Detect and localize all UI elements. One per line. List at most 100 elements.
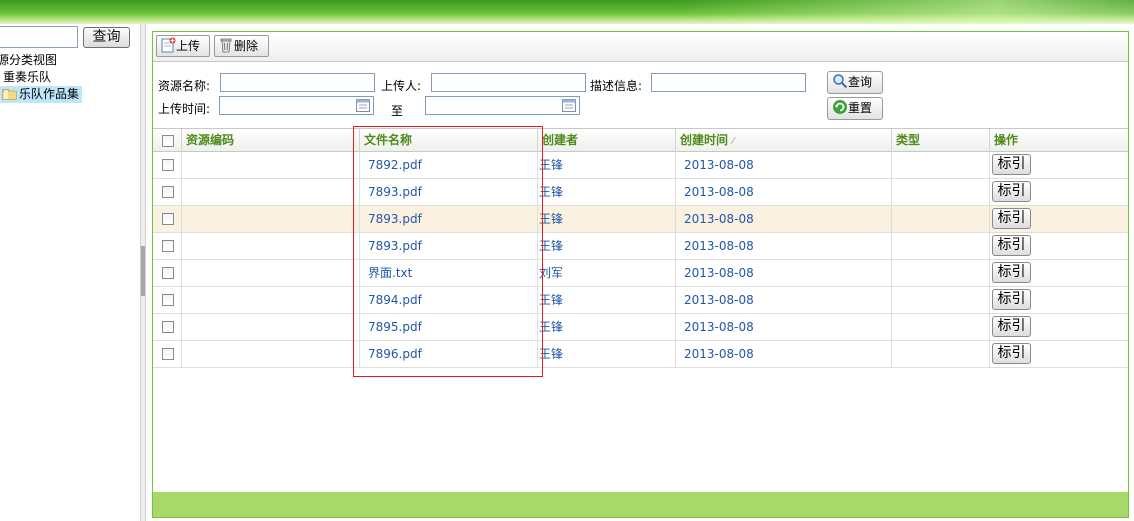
index-button[interactable]: 标引 — [992, 181, 1031, 202]
date-from-input[interactable] — [219, 96, 374, 115]
header-type[interactable]: 类型 — [892, 129, 990, 152]
header-select — [153, 129, 182, 152]
tree-node-root[interactable]: 源分类视图 — [0, 52, 82, 69]
header-created-time[interactable]: 创建时间 ⁄ — [676, 129, 892, 152]
bottom-status-bar — [153, 492, 1128, 517]
left-panel: 查询 源分类视图 重奏乐队 乐队作品集 — [0, 24, 140, 521]
row-checkbox[interactable] — [162, 186, 174, 198]
tree-search-button[interactable]: 查询 — [83, 27, 130, 48]
cell-file-name[interactable]: 7894.pdf — [360, 287, 538, 313]
calendar-icon[interactable] — [356, 99, 370, 112]
cell-creator[interactable]: 王锋 — [538, 233, 676, 259]
delete-button[interactable]: 删除 — [214, 35, 269, 57]
table-row[interactable]: 7893.pdf 王锋 2013-08-08 标引 — [153, 233, 1128, 260]
table-header: 资源编码 文件名称 创建者 创建时间 ⁄ 类型 操作 — [153, 128, 1128, 152]
index-button[interactable]: 标引 — [992, 154, 1031, 175]
cell-created-time[interactable]: 2013-08-08 — [676, 179, 892, 205]
cell-code — [182, 341, 360, 367]
cell-file-name[interactable]: 7895.pdf — [360, 314, 538, 340]
cell-creator[interactable]: 王锋 — [538, 206, 676, 232]
cell-created-time[interactable]: 2013-08-08 — [676, 260, 892, 286]
row-select-cell — [153, 179, 182, 205]
cell-creator[interactable]: 王锋 — [538, 179, 676, 205]
cell-created-time[interactable]: 2013-08-08 — [676, 152, 892, 178]
upload-label: 上传 — [176, 39, 201, 53]
reset-button[interactable]: 重置 — [827, 97, 883, 120]
cell-created-time[interactable]: 2013-08-08 — [676, 206, 892, 232]
header-file-name[interactable]: 文件名称 — [360, 129, 538, 152]
uploader-input[interactable] — [431, 73, 586, 92]
row-select-cell — [153, 233, 182, 259]
row-action-cell: 标引 — [990, 287, 1128, 313]
cell-created-time[interactable]: 2013-08-08 — [676, 287, 892, 313]
cell-created-time[interactable]: 2013-08-08 — [676, 314, 892, 340]
cell-created-time[interactable]: 2013-08-08 — [676, 233, 892, 259]
index-button[interactable]: 标引 — [992, 235, 1031, 256]
cell-code — [182, 152, 360, 178]
header-code[interactable]: 资源编码 — [182, 129, 360, 152]
tree-node-label: 乐队作品集 — [19, 87, 80, 101]
row-checkbox[interactable] — [162, 240, 174, 252]
index-button[interactable]: 标引 — [992, 316, 1031, 337]
cell-file-name[interactable]: 界面.txt — [360, 260, 538, 286]
table-row[interactable]: 界面.txt 刘军 2013-08-08 标引 — [153, 260, 1128, 287]
row-select-cell — [153, 341, 182, 367]
header-creator[interactable]: 创建者 — [538, 129, 676, 152]
index-button[interactable]: 标引 — [992, 289, 1031, 310]
index-button[interactable]: 标引 — [992, 208, 1031, 229]
search-icon — [833, 74, 848, 89]
cell-file-name[interactable]: 7896.pdf — [360, 341, 538, 367]
row-action-cell: 标引 — [990, 233, 1128, 259]
row-checkbox[interactable] — [162, 321, 174, 333]
cell-creator[interactable]: 王锋 — [538, 341, 676, 367]
cell-creator[interactable]: 王锋 — [538, 287, 676, 313]
tree-search-input[interactable] — [0, 26, 78, 48]
cell-code — [182, 287, 360, 313]
cell-creator[interactable]: 王锋 — [538, 314, 676, 340]
cell-creator[interactable]: 刘军 — [538, 260, 676, 286]
row-checkbox[interactable] — [162, 348, 174, 360]
delete-label: 删除 — [234, 39, 259, 53]
cell-file-name[interactable]: 7893.pdf — [360, 233, 538, 259]
description-input[interactable] — [651, 73, 806, 92]
row-checkbox[interactable] — [162, 294, 174, 306]
date-to-input[interactable] — [425, 96, 580, 115]
cell-type — [892, 314, 990, 340]
cell-type — [892, 260, 990, 286]
panel-splitter[interactable] — [140, 24, 146, 521]
top-banner — [0, 0, 1134, 24]
cell-creator[interactable]: 王锋 — [538, 152, 676, 178]
table-row[interactable]: 7894.pdf 王锋 2013-08-08 标引 — [153, 287, 1128, 314]
cell-file-name[interactable]: 7893.pdf — [360, 206, 538, 232]
row-checkbox[interactable] — [162, 159, 174, 171]
select-all-checkbox[interactable] — [162, 135, 174, 147]
calendar-icon[interactable] — [562, 99, 576, 112]
cell-type — [892, 206, 990, 232]
row-select-cell — [153, 314, 182, 340]
cell-file-name[interactable]: 7892.pdf — [360, 152, 538, 178]
cell-file-name[interactable]: 7893.pdf — [360, 179, 538, 205]
table-row[interactable]: 7892.pdf 王锋 2013-08-08 标引 — [153, 152, 1128, 179]
table-row[interactable]: 7895.pdf 王锋 2013-08-08 标引 — [153, 314, 1128, 341]
header-action: 操作 — [994, 133, 1019, 147]
index-button[interactable]: 标引 — [992, 343, 1031, 364]
query-button[interactable]: 查询 — [827, 71, 883, 94]
cell-created-time[interactable]: 2013-08-08 — [676, 341, 892, 367]
folder-icon — [2, 89, 17, 100]
table-row[interactable]: 7896.pdf 王锋 2013-08-08 标引 — [153, 341, 1128, 368]
header-created-time-label: 创建时间 — [680, 133, 729, 147]
cell-type — [892, 341, 990, 367]
cell-type — [892, 152, 990, 178]
row-checkbox[interactable] — [162, 213, 174, 225]
tree-node-works-selected[interactable]: 乐队作品集 — [0, 86, 83, 103]
tree-node-ensemble[interactable]: 重奏乐队 — [0, 69, 82, 86]
table-row[interactable]: 7893.pdf 王锋 2013-08-08 标引 — [153, 179, 1128, 206]
splitter-handle[interactable] — [141, 246, 145, 296]
index-button[interactable]: 标引 — [992, 262, 1031, 283]
upload-button[interactable]: 上传 — [156, 35, 210, 57]
row-select-cell — [153, 287, 182, 313]
resource-name-input[interactable] — [220, 73, 375, 92]
row-action-cell: 标引 — [990, 152, 1128, 178]
table-row[interactable]: 7893.pdf 王锋 2013-08-08 标引 — [153, 206, 1128, 233]
row-checkbox[interactable] — [162, 267, 174, 279]
